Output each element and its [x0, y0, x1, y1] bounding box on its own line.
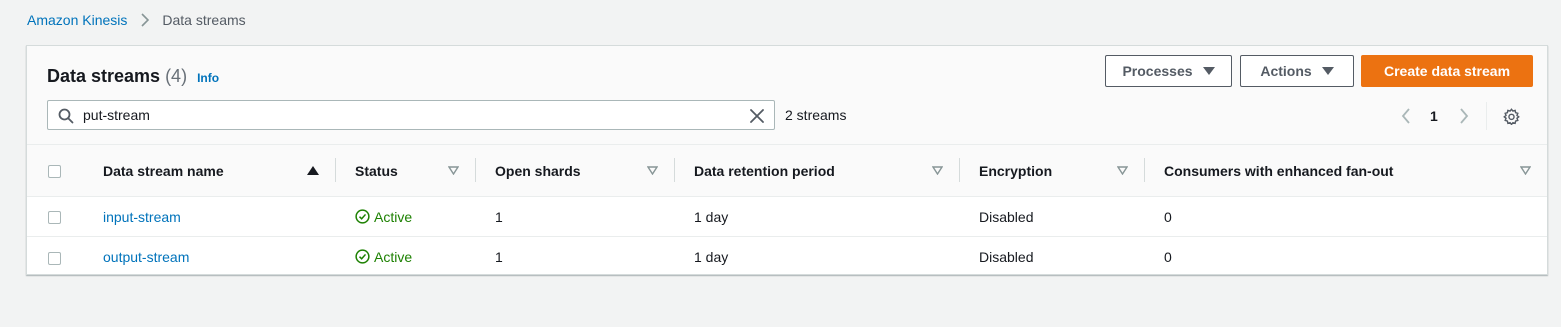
chevron-right-icon: [141, 13, 150, 27]
stream-name-link[interactable]: input-stream: [103, 209, 181, 225]
row-select-cell: [27, 197, 83, 237]
status-badge: Active: [355, 209, 475, 225]
search-match-count: 2 streams: [785, 107, 847, 123]
column-header-label: Encryption: [979, 162, 1053, 179]
chevron-left-icon[interactable]: [1401, 108, 1411, 124]
table-row: output-stream Active 1 1 day Disabled 0: [27, 236, 1547, 277]
column-separator: [674, 158, 675, 182]
status-text: Active: [374, 208, 413, 225]
data-streams-table: Data stream name Status Open shards Data…: [27, 144, 1547, 277]
caret-down-icon: [1202, 67, 1215, 75]
status-cell: Active: [335, 237, 475, 277]
processes-button[interactable]: Processes: [1105, 55, 1232, 87]
column-header-name[interactable]: Data stream name: [83, 145, 335, 197]
column-header-encryption[interactable]: Encryption: [959, 145, 1144, 197]
check-circle-icon: [355, 249, 370, 264]
sort-icon: [932, 166, 943, 175]
table-row: input-stream Active 1 1 day Disabled 0: [27, 196, 1547, 237]
processes-button-label: Processes: [1122, 63, 1193, 79]
pagination: 1: [1401, 102, 1520, 130]
row-checkbox[interactable]: [48, 211, 61, 225]
breadcrumb-link-amazon-kinesis[interactable]: Amazon Kinesis: [27, 12, 127, 28]
table-header-row: Data stream name Status Open shards Data…: [27, 144, 1547, 197]
pagination-divider: [1485, 102, 1487, 130]
retention-cell: 1 day: [694, 208, 729, 225]
column-header-label: Status: [355, 162, 398, 179]
column-header-label: Consumers with enhanced fan-out: [1164, 162, 1394, 179]
panel-title: Data streams (4) Info: [47, 66, 219, 88]
actions-button-label: Actions: [1260, 63, 1312, 79]
panel-header: Data streams (4) Info Processes Actions …: [27, 46, 1547, 144]
column-header-label: Data retention period: [694, 162, 835, 179]
select-all-cell: [27, 145, 83, 197]
row-select-cell: [27, 237, 83, 277]
status-text: Active: [374, 248, 413, 265]
column-header-label: Open shards: [495, 162, 581, 179]
gear-icon[interactable]: [1502, 107, 1520, 125]
actions-button[interactable]: Actions: [1240, 55, 1354, 87]
search-input[interactable]: put-stream: [83, 107, 150, 123]
column-header-consumers[interactable]: Consumers with enhanced fan-out: [1144, 145, 1547, 197]
chevron-right-icon[interactable]: [1459, 108, 1469, 124]
encryption-cell: Disabled: [979, 208, 1034, 225]
stream-name-link[interactable]: output-stream: [103, 249, 189, 265]
stream-name-cell: input-stream: [83, 197, 335, 237]
column-header-label: Data stream name: [103, 162, 224, 179]
search-field[interactable]: put-stream: [47, 100, 775, 130]
close-icon[interactable]: [749, 108, 765, 124]
open-shards-cell: 1: [495, 248, 503, 265]
consumers-cell: 0: [1164, 208, 1172, 225]
breadcrumb: Amazon Kinesis Data streams: [27, 11, 246, 29]
encryption-cell: Disabled: [979, 248, 1034, 265]
check-circle-icon: [355, 209, 370, 224]
sort-icon: [1520, 166, 1531, 175]
column-separator: [959, 158, 960, 182]
sort-icon: [1117, 166, 1128, 175]
search-icon: [58, 108, 74, 124]
column-separator: [475, 158, 476, 182]
sort-icon: [647, 166, 658, 175]
column-separator: [1144, 158, 1145, 182]
column-header-retention[interactable]: Data retention period: [674, 145, 959, 197]
create-data-stream-button[interactable]: Create data stream: [1361, 55, 1533, 87]
stream-name-cell: output-stream: [83, 237, 335, 277]
panel-title-text: Data streams: [47, 66, 161, 86]
retention-cell: 1 day: [694, 248, 729, 265]
page-number[interactable]: 1: [1430, 108, 1438, 124]
info-link[interactable]: Info: [197, 71, 219, 85]
column-header-status[interactable]: Status: [335, 145, 475, 197]
caret-down-icon: [1321, 67, 1334, 75]
panel-title-count: (4): [165, 66, 188, 86]
sort-icon: [448, 166, 459, 175]
row-checkbox[interactable]: [48, 251, 61, 265]
sort-ascending-icon: [307, 166, 319, 175]
consumers-cell: 0: [1164, 248, 1172, 265]
data-streams-panel: Data streams (4) Info Processes Actions …: [26, 45, 1548, 275]
column-separator: [335, 158, 336, 182]
breadcrumb-current: Data streams: [162, 12, 246, 28]
select-all-checkbox[interactable]: [48, 165, 61, 179]
column-header-open-shards[interactable]: Open shards: [475, 145, 674, 197]
status-cell: Active: [335, 197, 475, 237]
open-shards-cell: 1: [495, 208, 503, 225]
status-badge: Active: [355, 249, 475, 265]
